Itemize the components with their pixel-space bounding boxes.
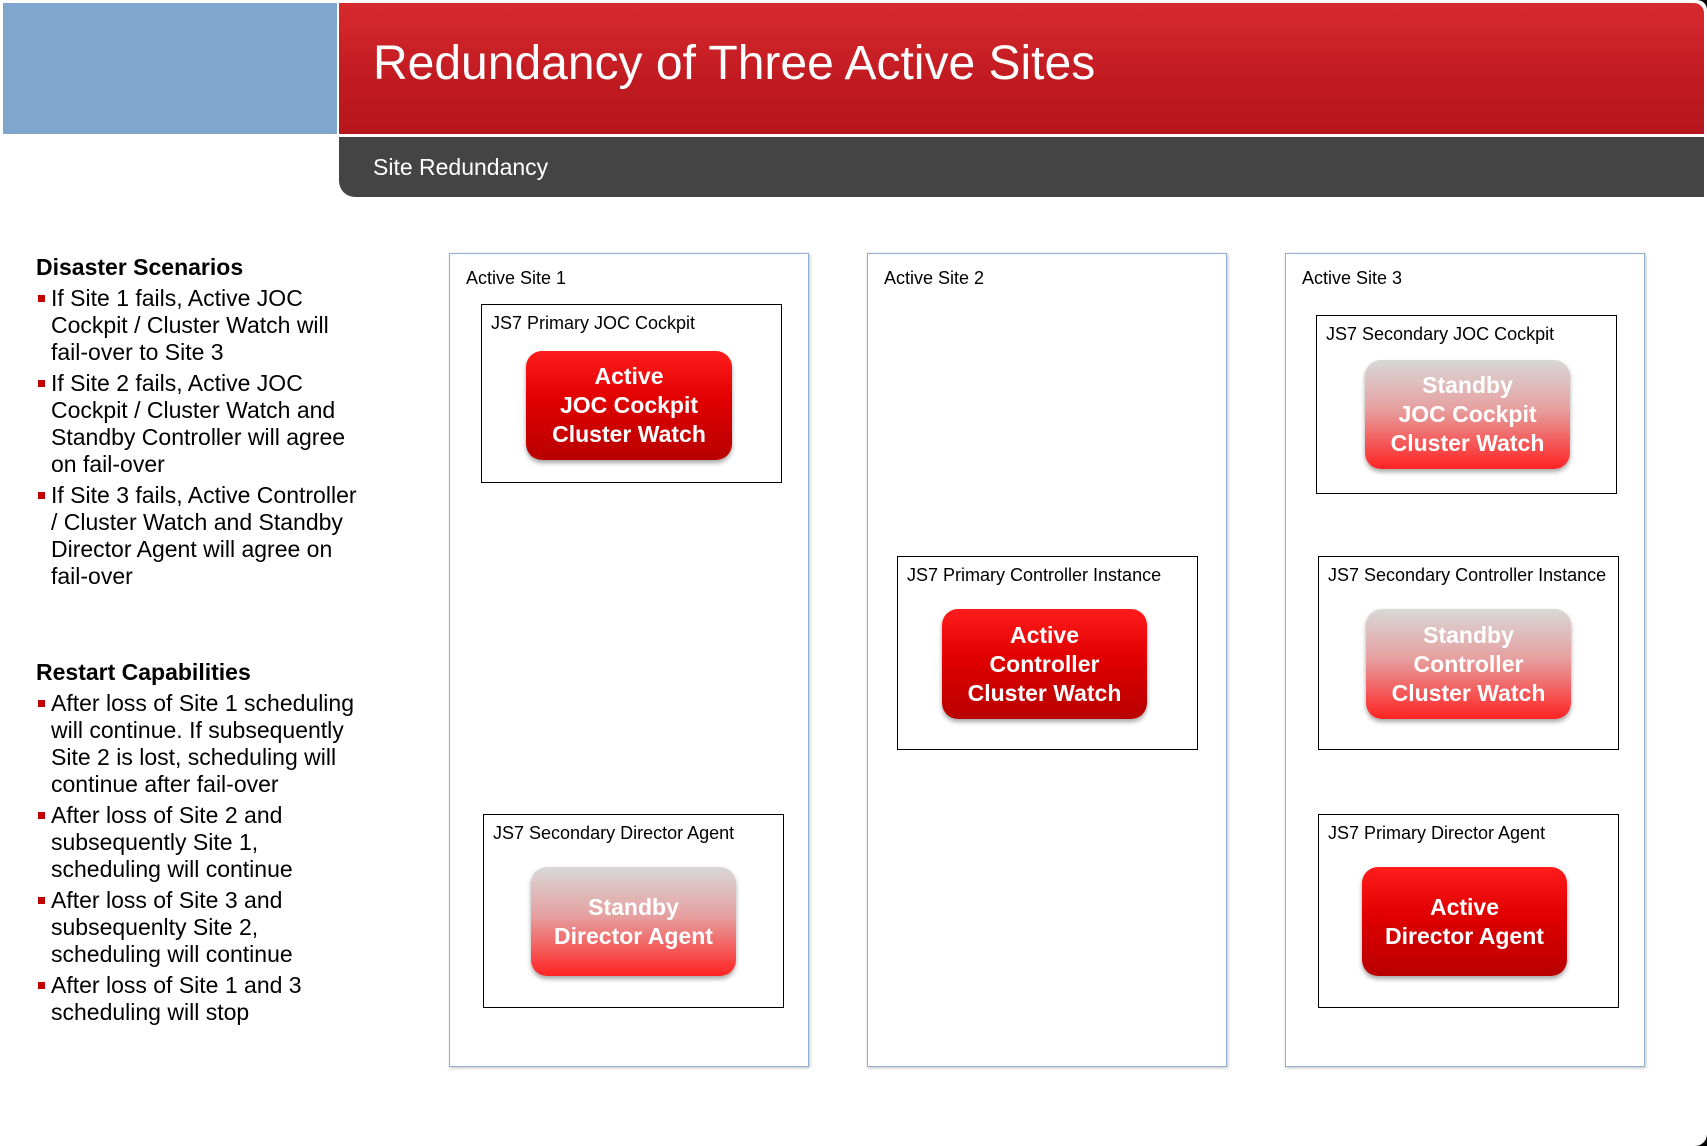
list-item: If Site 2 fails, Active JOC Cockpit / Cl… bbox=[36, 370, 366, 478]
site-3-label: Active Site 3 bbox=[1302, 268, 1403, 288]
slide: Redundancy of Three Active Sites Site Re… bbox=[0, 0, 1707, 1146]
standby-director-agent-node: Standby Director Agent bbox=[531, 867, 736, 976]
bullet-icon bbox=[38, 380, 45, 387]
active-director-agent-node: Active Director Agent bbox=[1362, 867, 1567, 976]
bullet-icon bbox=[38, 812, 45, 819]
header-accent-block bbox=[3, 3, 337, 134]
secondary-joc-cockpit-box: JS7 Secondary JOC Cockpit Standby JOC Co… bbox=[1316, 315, 1617, 494]
standby-joc-cockpit-node: Standby JOC Cockpit Cluster Watch bbox=[1365, 360, 1570, 469]
page-subtitle: Site Redundancy bbox=[373, 154, 549, 180]
bullet-icon bbox=[38, 492, 45, 499]
list-item: If Site 1 fails, Active JOC Cockpit / Cl… bbox=[36, 285, 366, 366]
component-label: JS7 Secondary Controller Instance bbox=[1328, 565, 1607, 585]
standby-controller-node: Standby Controller Cluster Watch bbox=[1366, 609, 1571, 719]
restart-capabilities-list: After loss of Site 1 scheduling will con… bbox=[36, 690, 366, 1026]
disaster-scenarios-heading: Disaster Scenarios bbox=[36, 254, 244, 280]
list-item: After loss of Site 1 scheduling will con… bbox=[36, 690, 366, 798]
active-controller-node: Active Controller Cluster Watch bbox=[942, 609, 1147, 719]
component-label: JS7 Primary JOC Cockpit bbox=[491, 313, 696, 333]
component-label: JS7 Secondary Director Agent bbox=[493, 823, 735, 843]
bullet-icon bbox=[38, 982, 45, 989]
bullet-icon bbox=[38, 897, 45, 904]
restart-capabilities-section: Restart Capabilities After loss of Site … bbox=[36, 659, 366, 1030]
list-item: After loss of Site 3 and subsequenlty Si… bbox=[36, 887, 366, 968]
primary-director-agent-box: JS7 Primary Director Agent Active Direct… bbox=[1318, 814, 1619, 1008]
bullet-icon bbox=[38, 700, 45, 707]
component-label: JS7 Primary Director Agent bbox=[1328, 823, 1546, 843]
active-joc-cockpit-node: Active JOC Cockpit Cluster Watch bbox=[526, 351, 732, 460]
secondary-controller-box: JS7 Secondary Controller Instance Standb… bbox=[1318, 556, 1619, 750]
primary-joc-cockpit-box: JS7 Primary JOC Cockpit Active JOC Cockp… bbox=[481, 304, 782, 483]
disaster-scenarios-section: Disaster Scenarios If Site 1 fails, Acti… bbox=[36, 254, 366, 594]
site-1-box: Active Site 1 JS7 Primary JOC Cockpit Ac… bbox=[449, 253, 809, 1067]
disaster-scenarios-list: If Site 1 fails, Active JOC Cockpit / Cl… bbox=[36, 285, 366, 590]
component-label: JS7 Secondary JOC Cockpit bbox=[1326, 324, 1555, 344]
list-item: After loss of Site 2 and subsequently Si… bbox=[36, 802, 366, 883]
list-item: If Site 3 fails, Active Controller / Clu… bbox=[36, 482, 366, 590]
page-title: Redundancy of Three Active Sites bbox=[373, 37, 1096, 90]
bullet-icon bbox=[38, 295, 45, 302]
site-1-label: Active Site 1 bbox=[466, 268, 567, 288]
site-2-label: Active Site 2 bbox=[884, 268, 985, 288]
restart-capabilities-heading: Restart Capabilities bbox=[36, 659, 251, 685]
component-label: JS7 Primary Controller Instance bbox=[907, 565, 1162, 585]
site-3-box: Active Site 3 JS7 Secondary JOC Cockpit … bbox=[1285, 253, 1645, 1067]
secondary-director-agent-box: JS7 Secondary Director Agent Standby Dir… bbox=[483, 814, 784, 1008]
primary-controller-box: JS7 Primary Controller Instance Active C… bbox=[897, 556, 1198, 750]
list-item: After loss of Site 1 and 3 scheduling wi… bbox=[36, 972, 366, 1026]
site-2-box: Active Site 2 JS7 Primary Controller Ins… bbox=[867, 253, 1227, 1067]
